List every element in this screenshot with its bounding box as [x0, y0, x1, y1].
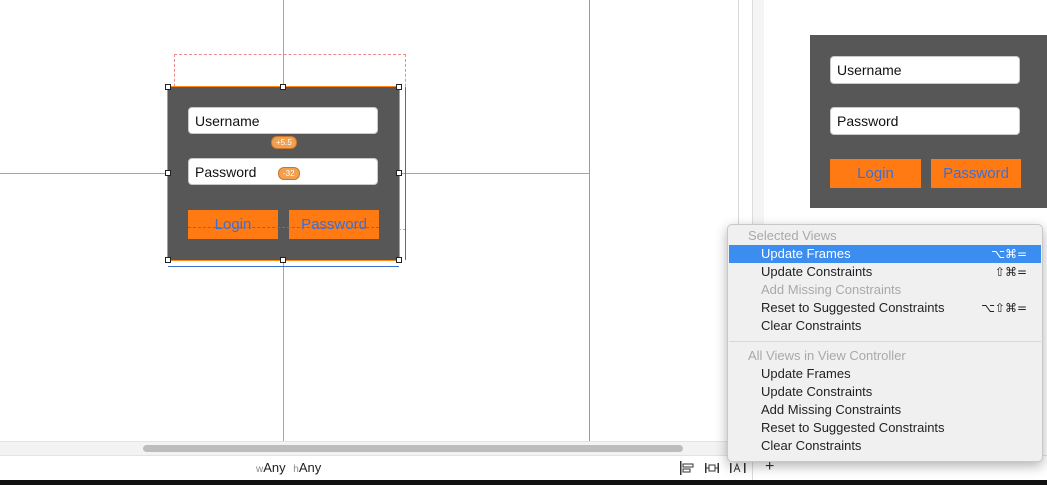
- resize-handle-br[interactable]: [396, 257, 402, 263]
- constraint-dashed-line: [188, 227, 379, 228]
- menu-section-all-views-title: All Views in View Controller: [748, 348, 906, 363]
- resize-handle-tr[interactable]: [396, 84, 402, 90]
- size-class-w-value: Any: [263, 460, 286, 475]
- preview-password-button: Password: [931, 159, 1021, 188]
- username-field[interactable]: Username: [188, 107, 378, 134]
- menu-separator: [729, 341, 1041, 342]
- password-button-label: Password: [301, 216, 367, 233]
- preview-username-field: Username: [830, 56, 1020, 84]
- window-bottom-edge: [0, 480, 1047, 485]
- right-constraint-line: [405, 87, 406, 260]
- password-placeholder: Password: [195, 163, 257, 180]
- preview-username-placeholder: Username: [837, 62, 902, 78]
- menu-item-all-update-frames[interactable]: Update Frames: [729, 365, 1041, 383]
- preview-login-label: Login: [857, 165, 894, 182]
- resize-handle-bc[interactable]: [280, 257, 286, 263]
- preview-password-field: Password: [830, 107, 1020, 135]
- menu-item-all-add-missing-constraints[interactable]: Add Missing Constraints: [729, 401, 1041, 419]
- preview-password-placeholder: Password: [837, 113, 899, 129]
- menu-item-clear-constraints[interactable]: Clear Constraints: [729, 317, 1041, 335]
- resize-handle-tl[interactable]: [165, 84, 171, 90]
- menu-item-all-update-constraints[interactable]: Update Constraints: [729, 383, 1041, 401]
- menu-item-all-clear-constraints[interactable]: Clear Constraints: [729, 437, 1041, 455]
- align-icon[interactable]: [679, 461, 695, 475]
- size-class-control[interactable]: wAny hAny: [256, 460, 321, 475]
- bottom-constraint-line: [168, 266, 399, 267]
- menu-item-all-reset-to-suggested-constraints[interactable]: Reset to Suggested Constraints: [729, 419, 1041, 437]
- size-class-h-value: Any: [298, 460, 322, 475]
- resize-handle-ml[interactable]: [165, 170, 171, 176]
- constraint-badge-top: +5.5: [271, 136, 297, 149]
- menu-item-update-frames[interactable]: Update Frames ⌥⌘=: [729, 245, 1041, 263]
- login-button-label: Login: [214, 216, 252, 233]
- menu-item-add-missing-constraints: Add Missing Constraints: [761, 282, 902, 297]
- resize-handle-mr[interactable]: [396, 170, 402, 176]
- password-button[interactable]: Password: [289, 210, 379, 239]
- scene-right-edge: [589, 0, 590, 441]
- pin-icon[interactable]: [704, 461, 720, 475]
- resolve-issues-icon[interactable]: [729, 461, 747, 475]
- menu-item-reset-to-suggested-constraints[interactable]: Reset to Suggested Constraints ⌥⇧⌘=: [729, 299, 1041, 317]
- preview-password-button-label: Password: [943, 165, 1009, 182]
- menu-item-update-constraints[interactable]: Update Constraints ⇧⌘=: [729, 263, 1041, 281]
- login-button[interactable]: Login: [188, 210, 278, 239]
- resize-handle-tc[interactable]: [280, 84, 286, 90]
- horizontal-scroll-thumb[interactable]: [143, 445, 683, 452]
- resize-handle-bl[interactable]: [165, 257, 171, 263]
- menu-section-selected-views-title: Selected Views: [748, 228, 837, 243]
- resolve-auto-layout-menu[interactable]: Selected Views Update Frames ⌥⌘= Update …: [727, 224, 1043, 462]
- username-placeholder: Username: [195, 112, 260, 129]
- constraint-badge-mid: -32: [278, 167, 300, 180]
- storyboard-canvas[interactable]: Username Password Login Password +5.5 -3…: [0, 0, 738, 441]
- preview-login-button: Login: [830, 159, 921, 188]
